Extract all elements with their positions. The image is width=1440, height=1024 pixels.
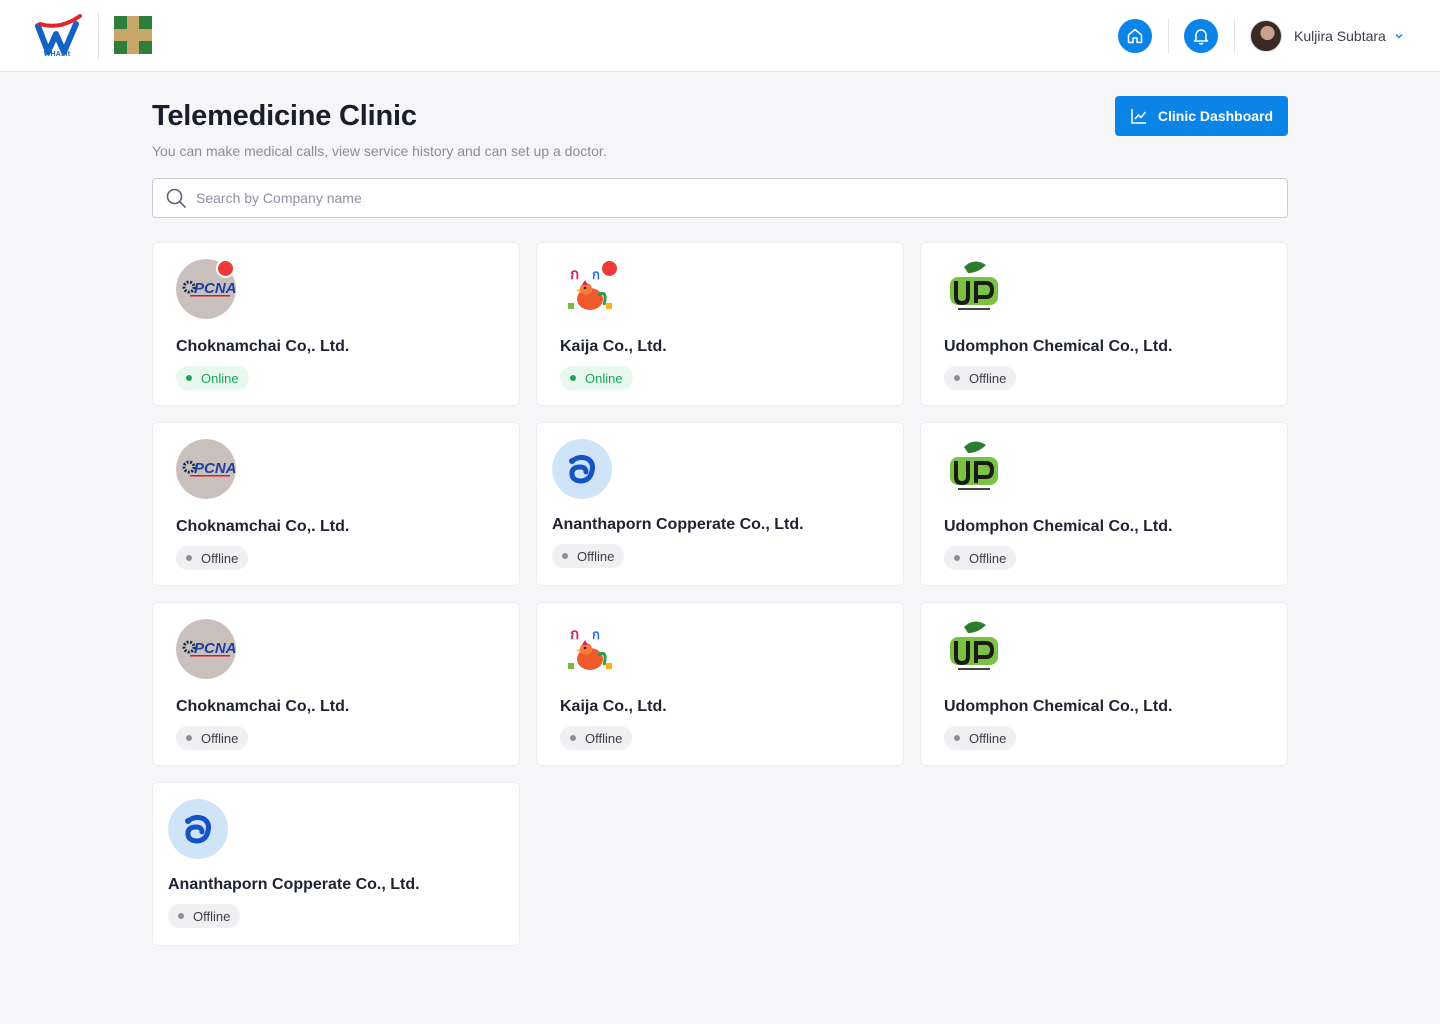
status-dot-icon	[570, 735, 576, 741]
company-card[interactable]: Udomphon Chemical Co., Ltd. Offline	[920, 602, 1288, 766]
company-logo: PCNA	[176, 439, 236, 499]
svg-text:PCNA: PCNA	[194, 460, 236, 477]
status-badge: Offline	[176, 726, 249, 750]
page-title: Telemedicine Clinic	[152, 100, 417, 132]
status-dot-icon	[178, 913, 184, 919]
status-dot-icon	[570, 375, 576, 381]
status-label: Online	[201, 370, 239, 386]
status-badge: Offline	[944, 726, 1017, 750]
company-logo	[944, 619, 1004, 679]
company-logo	[944, 439, 1004, 499]
clinic-cross-logo[interactable]	[114, 16, 152, 54]
udomphon-logo	[944, 619, 1004, 679]
company-card[interactable]: Udomphon Chemical Co., Ltd. Offline	[920, 422, 1288, 586]
clinic-dashboard-button[interactable]: Clinic Dashboard	[1115, 96, 1288, 136]
svg-text:ก: ก	[592, 628, 600, 643]
company-name: Ananthaporn Copperate Co., Ltd.	[552, 516, 804, 533]
chevron-down-icon	[1394, 31, 1404, 41]
search-icon	[166, 188, 186, 208]
company-card[interactable]: Udomphon Chemical Co., Ltd. Offline	[920, 242, 1288, 406]
company-name: Ananthaporn Copperate Co., Ltd.	[168, 876, 420, 893]
kaija-logo: ก ก	[560, 619, 620, 679]
company-logo: ก ก	[560, 619, 620, 679]
bell-icon	[1193, 29, 1209, 45]
header-divider	[1168, 18, 1169, 54]
clinic-dashboard-label: Clinic Dashboard	[1157, 108, 1274, 124]
ananthaporn-logo	[552, 439, 612, 499]
status-label: Online	[585, 370, 623, 386]
notification-dot	[216, 259, 235, 278]
udomphon-logo	[944, 439, 1004, 499]
status-dot-icon	[186, 735, 192, 741]
udomphon-logo	[944, 259, 1004, 319]
company-name: Kaija Co., Ltd.	[560, 338, 667, 355]
header-divider	[1234, 18, 1235, 54]
company-logo	[552, 439, 612, 499]
status-dot-icon	[186, 375, 192, 381]
status-label: Offline	[969, 730, 1007, 746]
company-card[interactable]: Ananthaporn Copperate Co., Ltd. Offline	[152, 782, 520, 946]
pcna-logo: PCNA	[176, 619, 236, 679]
status-label: Offline	[577, 548, 615, 564]
company-logo: PCNA	[176, 259, 236, 319]
home-button[interactable]	[1118, 19, 1152, 53]
svg-text:PCNA: PCNA	[194, 640, 236, 657]
top-navigation-bar: WHAbit Kuljira Subtara	[0, 0, 1440, 72]
line-chart-icon	[1131, 109, 1147, 124]
status-badge: Online	[560, 366, 633, 390]
company-logo: ก ก	[560, 259, 620, 319]
search-input[interactable]	[196, 180, 1256, 216]
company-name: Kaija Co., Ltd.	[560, 698, 667, 715]
home-icon	[1127, 28, 1143, 44]
page-subtitle: You can make medical calls, view service…	[152, 143, 607, 159]
status-dot-icon	[562, 553, 568, 559]
status-badge: Offline	[168, 904, 241, 928]
company-name: Choknamchai Co,. Ltd.	[176, 698, 350, 715]
status-badge: Offline	[944, 546, 1017, 570]
status-dot-icon	[954, 735, 960, 741]
notification-dot	[600, 259, 619, 278]
avatar	[1250, 20, 1282, 52]
status-label: Offline	[969, 370, 1007, 386]
company-logo	[168, 799, 228, 859]
svg-text:PCNA: PCNA	[194, 280, 236, 297]
company-name: Udomphon Chemical Co., Ltd.	[944, 698, 1173, 715]
company-card[interactable]: ก ก Kaija Co., Ltd. Online	[536, 242, 904, 406]
company-logo: PCNA	[176, 619, 236, 679]
status-label: Offline	[201, 550, 239, 566]
status-badge: Offline	[560, 726, 633, 750]
status-label: Offline	[201, 730, 239, 746]
header-divider	[98, 12, 99, 60]
svg-text:ก: ก	[592, 268, 600, 283]
status-badge: Online	[176, 366, 249, 390]
pcna-logo: PCNA	[176, 439, 236, 499]
company-name: Udomphon Chemical Co., Ltd.	[944, 338, 1173, 355]
user-name: Kuljira Subtara	[1294, 28, 1386, 44]
notifications-button[interactable]	[1184, 19, 1218, 53]
status-label: Offline	[969, 550, 1007, 566]
company-card[interactable]: Ananthaporn Copperate Co., Ltd. Offline	[536, 422, 904, 586]
user-menu[interactable]: Kuljira Subtara	[1250, 19, 1404, 53]
company-name: Choknamchai Co,. Ltd.	[176, 338, 350, 355]
status-dot-icon	[954, 375, 960, 381]
company-logo	[944, 259, 1004, 319]
ananthaporn-logo	[168, 799, 228, 859]
status-dot-icon	[954, 555, 960, 561]
status-label: Offline	[585, 730, 623, 746]
company-card[interactable]: PCNA Choknamchai Co,. Ltd. Online	[152, 242, 520, 406]
status-dot-icon	[186, 555, 192, 561]
company-name: Udomphon Chemical Co., Ltd.	[944, 518, 1173, 535]
brand-text: WHAbit	[43, 51, 71, 58]
company-card[interactable]: PCNA Choknamchai Co,. Ltd. Offline	[152, 602, 520, 766]
search-box[interactable]	[152, 178, 1288, 218]
status-badge: Offline	[552, 544, 625, 568]
svg-text:ก: ก	[570, 265, 579, 283]
company-card[interactable]: PCNA Choknamchai Co,. Ltd. Offline	[152, 422, 520, 586]
company-card[interactable]: ก ก Kaija Co., Ltd. Offline	[536, 602, 904, 766]
company-name: Choknamchai Co,. Ltd.	[176, 518, 350, 535]
svg-text:ก: ก	[570, 625, 579, 643]
status-label: Offline	[193, 908, 231, 924]
status-badge: Offline	[176, 546, 249, 570]
status-badge: Offline	[944, 366, 1017, 390]
